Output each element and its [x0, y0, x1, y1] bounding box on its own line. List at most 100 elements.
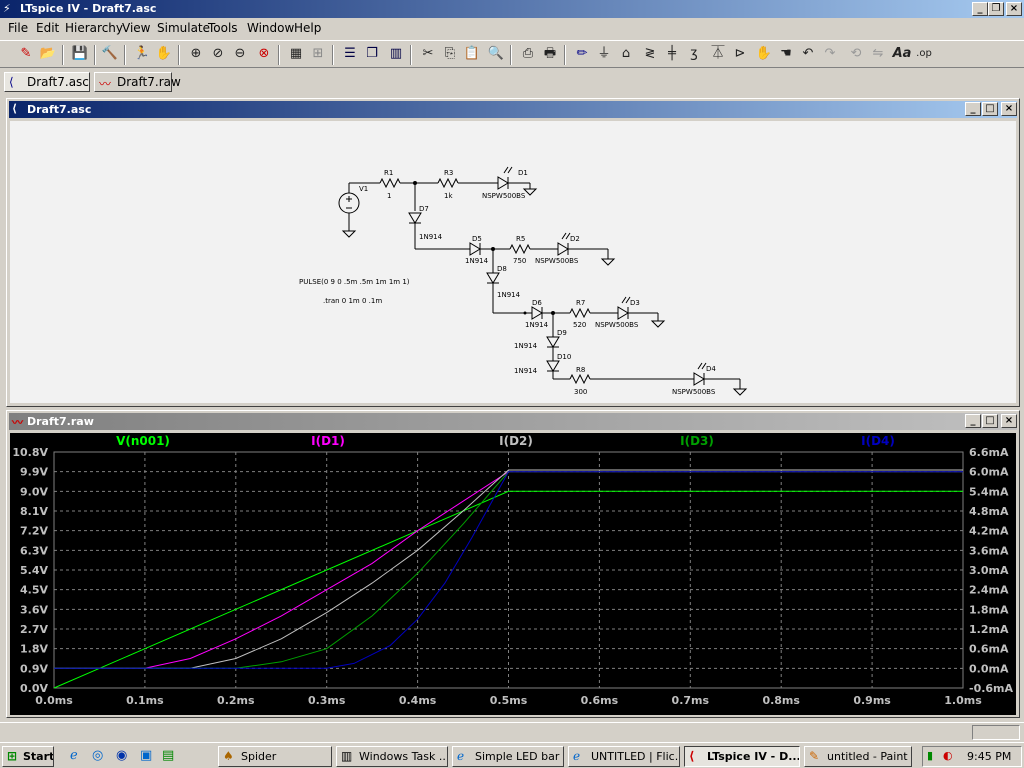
save-icon[interactable]: 💾	[70, 44, 90, 64]
menu-bar: File Edit Hierarchy View Simulate Tools …	[0, 18, 1024, 38]
ground-icon[interactable]: ⏚	[594, 44, 614, 64]
task-spider[interactable]: ♠ Spider	[218, 746, 332, 767]
app-title-bar: ⚡ LTspice IV - Draft7.asc _ ❐ ×	[0, 0, 1024, 18]
menu-hierarchy[interactable]: Hierarchy	[65, 21, 123, 35]
waveform-maximize-button[interactable]: □	[982, 414, 998, 428]
x-tick-label: 0.7ms	[672, 694, 710, 707]
tab-draft7-asc[interactable]: ⟨ Draft7.asc	[4, 72, 90, 92]
resistor-icon[interactable]: ≷	[640, 44, 660, 64]
menu-view[interactable]: View	[122, 21, 150, 35]
menu-tools[interactable]: Tools	[208, 21, 238, 35]
schematic-minimize-button[interactable]: _	[965, 102, 981, 116]
zoom-out-icon[interactable]: ⊖	[230, 44, 250, 64]
rotate-icon[interactable]: ⟲	[846, 44, 866, 64]
component-icon[interactable]: ⊳	[730, 44, 750, 64]
paste-icon[interactable]: 📋	[462, 44, 482, 64]
y-right-tick-label: 3.0mA	[969, 564, 1009, 577]
mirror-icon[interactable]: ⇋	[868, 44, 888, 64]
spice-directive-icon[interactable]: .op	[914, 44, 934, 64]
tray-volume-icon[interactable]: ◐	[943, 749, 953, 762]
explorer-icon[interactable]: ◎	[92, 748, 103, 763]
zoom-in-icon[interactable]: ⊕	[186, 44, 206, 64]
control-panel-icon[interactable]: 🔨	[100, 44, 120, 64]
menu-window[interactable]: Window	[247, 21, 294, 35]
find-icon[interactable]: 🔍	[486, 44, 506, 64]
cascade-icon[interactable]: ❐	[362, 44, 382, 64]
copy-icon[interactable]: ⎘	[440, 44, 460, 64]
new-schematic-icon[interactable]: ✎	[16, 44, 36, 64]
restore-button[interactable]: ❐	[988, 2, 1004, 16]
tile-horizontal-icon[interactable]: ☰	[340, 44, 360, 64]
schematic-window: ⟨ Draft7.asc _ □ × V1 R1 1 R3 1k D1 NSPW…	[6, 98, 1020, 407]
document-tabs: ⟨ Draft7.asc 〰 Draft7.raw	[0, 70, 1024, 94]
text-icon[interactable]: Aa	[892, 44, 912, 64]
diode-icon[interactable]: ⏄	[708, 44, 728, 64]
inductor-icon[interactable]: ʒ	[684, 44, 704, 64]
menu-help[interactable]: Help	[294, 21, 321, 35]
excel-icon[interactable]: ▤	[162, 748, 174, 763]
label-r1-value: 1	[387, 192, 391, 200]
windows-logo-icon: ⊞	[7, 749, 18, 763]
task-ltspice[interactable]: ⟨ LTspice IV - D...	[684, 746, 800, 767]
open-folder-icon[interactable]: 📂	[38, 44, 58, 64]
autorange-icon[interactable]: ▦	[286, 44, 306, 64]
desktop-icon[interactable]: ▣	[140, 748, 152, 763]
waveform-minimize-button[interactable]: _	[965, 414, 981, 428]
capacitor-icon[interactable]: ╪	[662, 44, 682, 64]
label-d1: D1	[518, 169, 528, 177]
schematic-close-button[interactable]: ×	[1001, 102, 1017, 116]
menu-edit[interactable]: Edit	[36, 21, 59, 35]
label-r7-value: 520	[573, 321, 586, 329]
task-simple-led[interactable]: ℯ Simple LED bar ...	[452, 746, 564, 767]
zoom-pan-icon[interactable]: ⊘	[208, 44, 228, 64]
tab-label: Draft7.asc	[27, 75, 89, 89]
y-right-tick-label: 0.6mA	[969, 643, 1009, 656]
legend-entry[interactable]: I(D1)	[311, 434, 345, 448]
y-left-tick-label: 9.9V	[20, 466, 48, 479]
schematic-maximize-button[interactable]: □	[982, 102, 998, 116]
legend-entry[interactable]: I(D4)	[861, 434, 895, 448]
print-setup-icon[interactable]: ⎙	[518, 44, 538, 64]
move-icon[interactable]: ✋	[754, 44, 774, 64]
undo-icon[interactable]: ↶	[798, 44, 818, 64]
halt-icon[interactable]: ✋	[154, 44, 174, 64]
media-player-icon[interactable]: ◉	[116, 748, 127, 763]
print-icon[interactable]: 🖶	[540, 44, 560, 64]
run-icon[interactable]: 🏃	[132, 44, 152, 64]
redo-icon[interactable]: ↷	[820, 44, 840, 64]
waveform-plot[interactable]: 0.0ms 0.1ms 0.2ms 0.3ms 0.4ms 0.5ms 0.6ms 0.7ms…	[10, 433, 1016, 715]
drag-icon[interactable]: ☚	[776, 44, 796, 64]
label-d9: D9	[557, 329, 567, 337]
close-button[interactable]: ×	[1006, 2, 1022, 16]
label-d6-model: 1N914	[525, 321, 549, 329]
schematic-canvas[interactable]: V1 R1 1 R3 1k D1 NSPW500BS D7 1N914 D5 1…	[10, 121, 1016, 403]
ie-icon[interactable]: ℯ	[70, 748, 78, 763]
tab-draft7-raw[interactable]: 〰 Draft7.raw	[94, 72, 181, 92]
task-label: Windows Task ...	[359, 750, 448, 763]
label-d2-model: NSPW500BS	[535, 257, 579, 265]
grid-icon[interactable]: ⊞	[308, 44, 328, 64]
legend-entry[interactable]: I(D2)	[499, 434, 533, 448]
zoom-fit-icon[interactable]: ⊗	[254, 44, 274, 64]
y-right-tick-label: 4.8mA	[969, 505, 1009, 518]
cut-icon[interactable]: ✂	[418, 44, 438, 64]
label-net-icon[interactable]: ⌂	[616, 44, 636, 64]
menu-file[interactable]: File	[8, 21, 28, 35]
draw-wire-icon[interactable]: ✏	[572, 44, 592, 64]
waveform-close-button[interactable]: ×	[1001, 414, 1017, 428]
x-tick-label: 0.8ms	[762, 694, 800, 707]
task-paint[interactable]: ✎ untitled - Paint	[804, 746, 912, 767]
label-d8: D8	[497, 265, 507, 273]
legend-entry[interactable]: V(n001)	[116, 434, 170, 448]
tile-vertical-icon[interactable]: ▥	[386, 44, 406, 64]
label-d5-model: 1N914	[465, 257, 489, 265]
tray-network-icon[interactable]: ▮	[927, 749, 933, 762]
task-windows-task[interactable]: ▥ Windows Task ...	[336, 746, 448, 767]
legend-entry[interactable]: I(D3)	[680, 434, 714, 448]
label-d4-model: NSPW500BS	[672, 388, 716, 396]
start-button[interactable]: ⊞ Start	[2, 746, 54, 767]
task-untitled-flickr[interactable]: ℯ UNTITLED | Flic...	[568, 746, 680, 767]
label-d5: D5	[472, 235, 482, 243]
menu-simulate[interactable]: Simulate	[157, 21, 210, 35]
minimize-button[interactable]: _	[972, 2, 988, 16]
